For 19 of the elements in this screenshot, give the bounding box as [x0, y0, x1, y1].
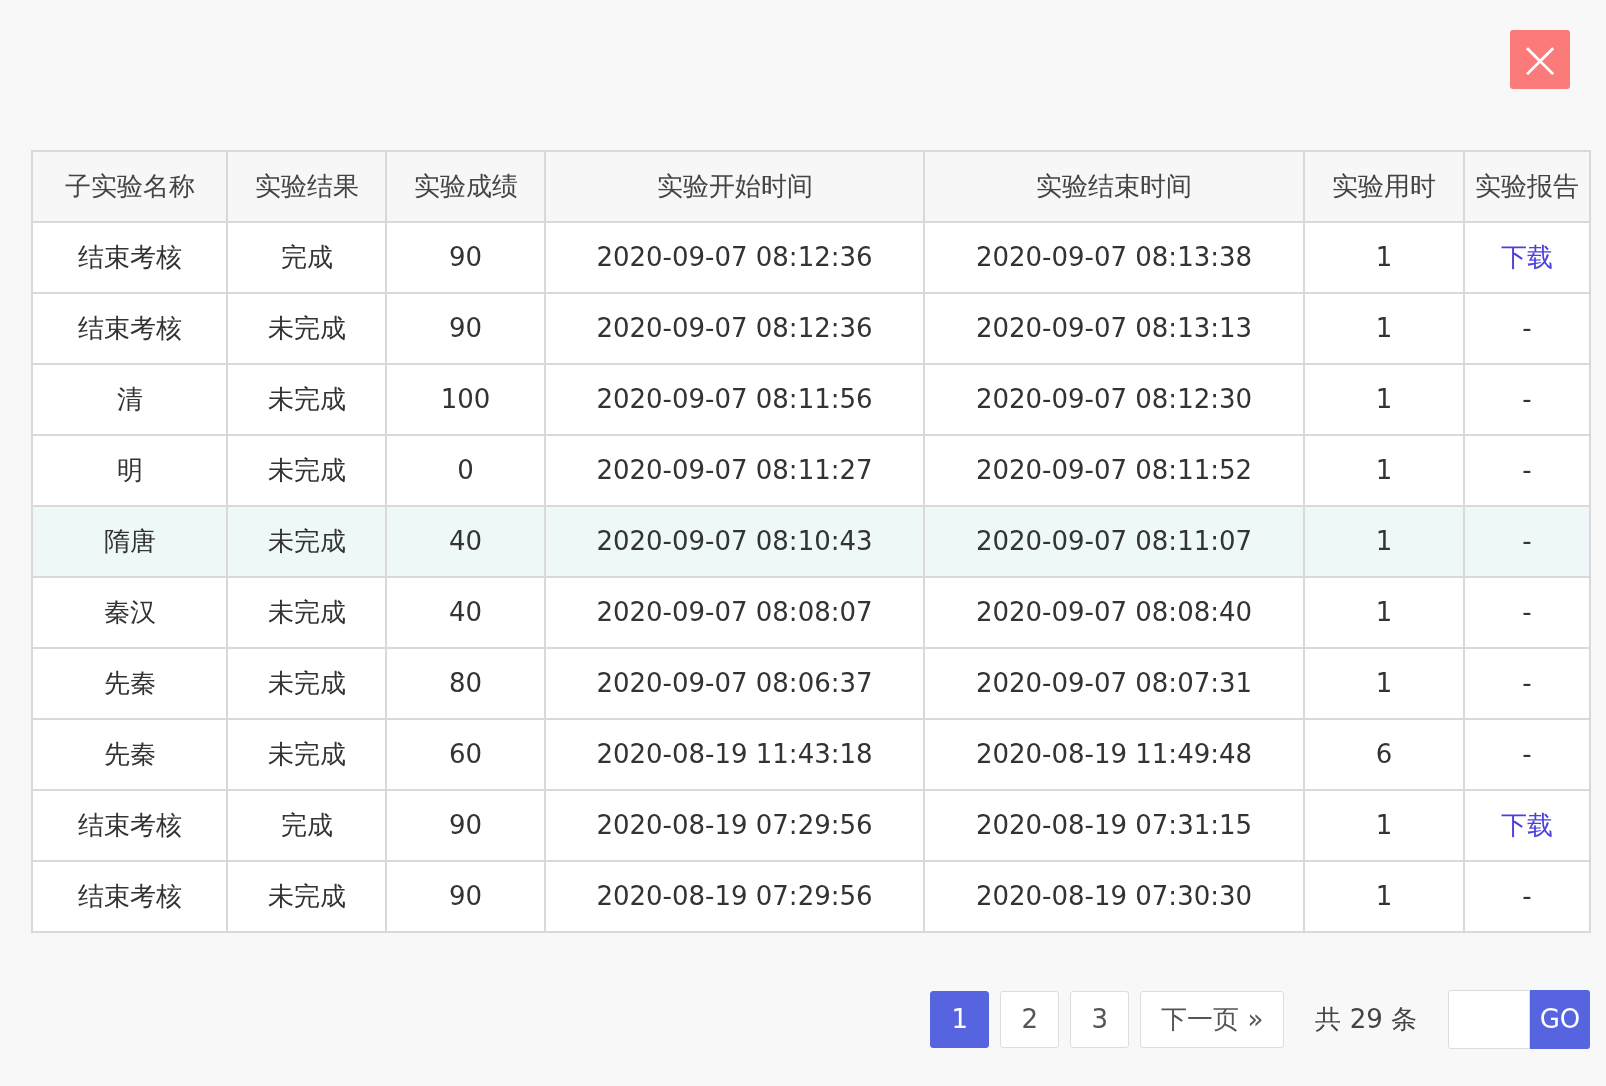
table-cell: 未完成 [227, 861, 386, 932]
total-count: 共 29 条 [1314, 1003, 1418, 1036]
column-header: 实验开始时间 [545, 151, 924, 222]
next-page-button[interactable]: 下一页 » [1140, 991, 1285, 1048]
column-header: 子实验名称 [32, 151, 227, 222]
table-cell: 2020-08-19 07:29:56 [545, 861, 924, 932]
table-cell: - [1464, 861, 1590, 932]
go-button[interactable]: GO [1530, 990, 1590, 1049]
page-button[interactable]: 2 [1000, 991, 1060, 1048]
table-cell: 1 [1304, 861, 1464, 932]
page-input[interactable] [1448, 990, 1530, 1049]
table-cell: 结束考核 [32, 861, 227, 932]
page-button[interactable]: 1 [930, 991, 990, 1048]
page-button[interactable]: 3 [1070, 991, 1130, 1048]
column-header: 实验结束时间 [924, 151, 1304, 222]
download-link[interactable]: 下载 [1501, 242, 1553, 272]
table-cell: 2020-08-19 07:30:30 [924, 861, 1304, 932]
download-link[interactable]: 下载 [1501, 810, 1553, 840]
table-cell: 90 [386, 861, 545, 932]
